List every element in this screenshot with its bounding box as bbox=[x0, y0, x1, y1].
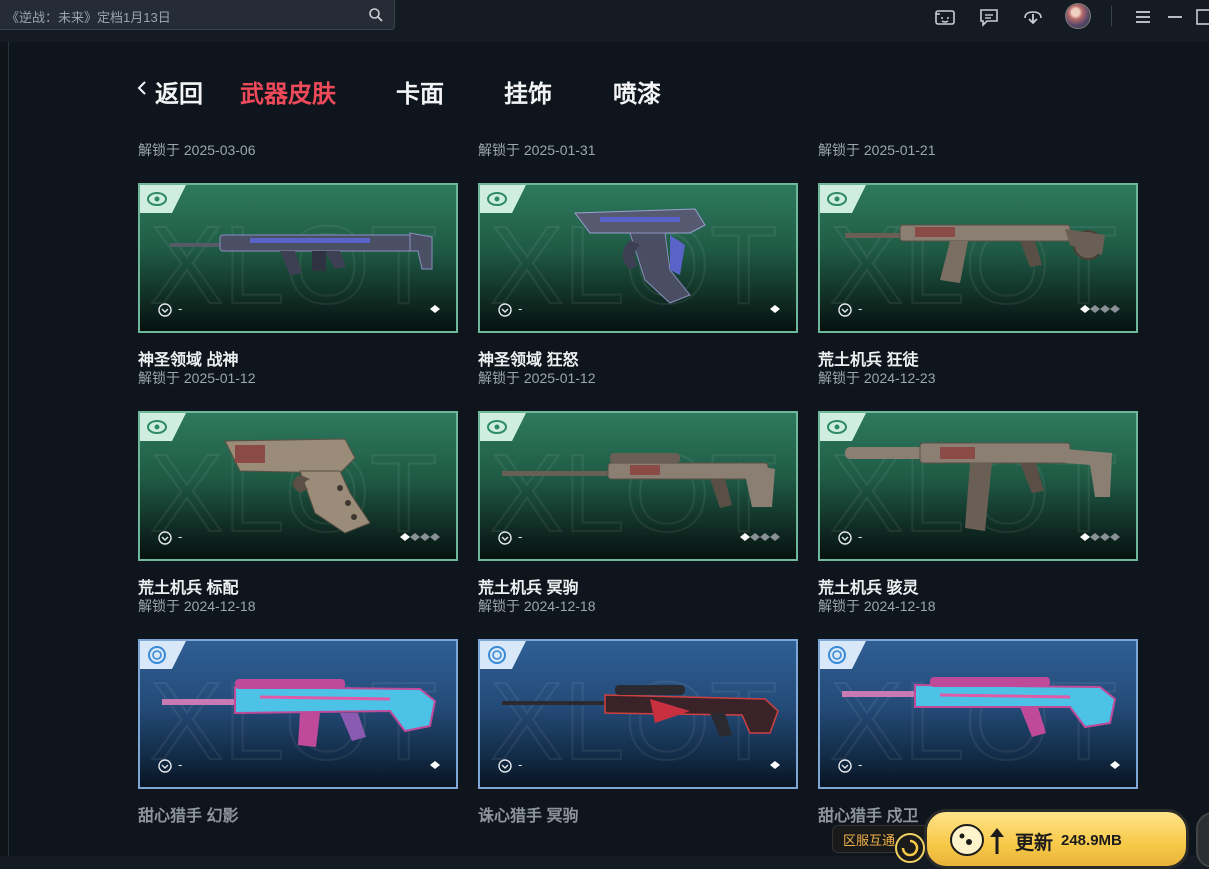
left-rail bbox=[0, 42, 9, 856]
skin-card[interactable]: XLOT - bbox=[478, 183, 798, 333]
skin-price: - bbox=[858, 529, 863, 544]
level-pips bbox=[770, 761, 780, 769]
search-input[interactable]: 《逆战：未来》定档1月13日 bbox=[6, 7, 171, 26]
skin-unlock-date: 解锁于 2025-01-12 bbox=[138, 370, 256, 386]
skin-price: - bbox=[178, 301, 183, 316]
tab-charms[interactable]: 挂饰 bbox=[504, 74, 552, 109]
skin-title: 甜心猎手 戍卫 bbox=[818, 808, 919, 825]
level-pips bbox=[1080, 305, 1120, 313]
side-panel-toggle[interactable] bbox=[1196, 812, 1209, 868]
coin-icon bbox=[158, 759, 172, 773]
level-pips bbox=[430, 305, 440, 313]
skin-title: 荒土机兵 狂徒 bbox=[818, 352, 919, 369]
rarity-badge bbox=[820, 185, 866, 213]
maximize-icon[interactable] bbox=[1194, 6, 1209, 28]
rarity-badge bbox=[140, 185, 186, 213]
download-icon[interactable] bbox=[1022, 6, 1044, 28]
prev-skin-date: 解锁于 2025-03-06 bbox=[138, 142, 256, 158]
prev-skin-date: 解锁于 2025-01-31 bbox=[478, 142, 596, 158]
skin-title: 神圣领域 狂怒 bbox=[478, 352, 579, 369]
weapon-image bbox=[162, 679, 437, 747]
content-area: 解锁于 2025-03-06 解锁于 2025-01-31 解锁于 2025-0… bbox=[9, 42, 1209, 856]
skin-unlock-date: 解锁于 2025-01-12 bbox=[478, 370, 596, 386]
rarity-badge bbox=[480, 413, 526, 441]
skin-unlock-date: 解锁于 2024-12-18 bbox=[478, 598, 596, 614]
skin-card[interactable]: XLOT - bbox=[478, 639, 798, 789]
level-pips bbox=[1080, 533, 1120, 541]
prev-skin-date: 解锁于 2025-01-21 bbox=[818, 142, 936, 158]
coin-icon bbox=[498, 759, 512, 773]
update-label: 更新 bbox=[1015, 833, 1054, 854]
skin-price: - bbox=[858, 301, 863, 316]
skin-unlock-date: 解锁于 2024-12-23 bbox=[818, 370, 936, 386]
weapon-image bbox=[170, 232, 433, 275]
skin-price: - bbox=[178, 757, 183, 772]
menu-icon[interactable] bbox=[1132, 6, 1154, 28]
region-tag-label: 区服互通 bbox=[843, 833, 896, 848]
tab-cards[interactable]: 卡面 bbox=[396, 74, 444, 109]
skin-card[interactable]: XLOT - bbox=[818, 183, 1138, 333]
skin-title: 荒土机兵 骇灵 bbox=[818, 580, 919, 597]
tab-sprays[interactable]: 喷漆 bbox=[613, 74, 661, 109]
refresh-badge-icon[interactable] bbox=[890, 828, 940, 864]
skin-card[interactable]: XLOT - bbox=[138, 411, 458, 561]
rarity-badge bbox=[480, 185, 526, 213]
coin-icon bbox=[838, 759, 852, 773]
mascot-icon bbox=[950, 824, 1004, 856]
coin-icon bbox=[498, 303, 512, 317]
skin-unlock-date: 解锁于 2024-12-18 bbox=[138, 598, 256, 614]
coin-icon bbox=[838, 303, 852, 317]
skin-card[interactable]: XLOT - bbox=[478, 411, 798, 561]
search-bar[interactable]: 《逆战：未来》定档1月13日 bbox=[0, 0, 395, 30]
level-pips bbox=[400, 533, 440, 541]
level-pips bbox=[1110, 761, 1120, 769]
rarity-badge bbox=[820, 641, 866, 669]
top-bar: 《逆战：未来》定档1月13日 bbox=[0, 0, 1209, 43]
skin-price: - bbox=[518, 529, 523, 544]
update-size: 248.9MB bbox=[1061, 832, 1122, 849]
level-pips bbox=[770, 305, 780, 313]
skin-title: 甜心猎手 幻影 bbox=[138, 808, 239, 825]
message-icon[interactable] bbox=[978, 6, 1000, 28]
category-nav: 返回 武器皮肤 卡面 挂饰 喷漆 bbox=[9, 42, 1209, 126]
rarity-badge bbox=[140, 641, 186, 669]
minimize-icon[interactable] bbox=[1164, 6, 1186, 28]
coin-icon bbox=[158, 531, 172, 545]
skin-card[interactable]: XLOT - bbox=[818, 639, 1138, 789]
weapon-image bbox=[842, 677, 1117, 737]
back-button[interactable]: 返回 bbox=[155, 74, 203, 109]
divider bbox=[1111, 6, 1112, 26]
weapon-image bbox=[574, 208, 706, 304]
skin-title: 诛心猎手 冥驹 bbox=[478, 808, 579, 825]
skin-card[interactable]: XLOT - bbox=[818, 411, 1138, 561]
coin-icon bbox=[498, 531, 512, 545]
skin-title: 荒土机兵 冥驹 bbox=[478, 580, 579, 597]
coin-icon bbox=[838, 531, 852, 545]
coin-icon bbox=[158, 303, 172, 317]
skin-price: - bbox=[178, 529, 183, 544]
skin-card[interactable]: XLOT - bbox=[138, 639, 458, 789]
tab-weapon-skins[interactable]: 武器皮肤 bbox=[240, 74, 336, 109]
controller-icon[interactable] bbox=[934, 6, 956, 28]
rarity-badge bbox=[480, 641, 526, 669]
rarity-badge bbox=[140, 413, 186, 441]
skin-price: - bbox=[518, 757, 523, 772]
skin-card[interactable]: XLOT - bbox=[138, 183, 458, 333]
skin-title: 神圣领域 战神 bbox=[138, 352, 239, 369]
weapon-image bbox=[502, 685, 779, 737]
update-button[interactable]: 更新 248.9MB bbox=[924, 809, 1189, 869]
search-icon[interactable] bbox=[368, 7, 384, 23]
level-pips bbox=[740, 533, 780, 541]
back-chevron-icon[interactable] bbox=[136, 80, 148, 96]
rarity-badge bbox=[820, 413, 866, 441]
skin-price: - bbox=[518, 301, 523, 316]
avatar[interactable] bbox=[1065, 3, 1091, 29]
skin-unlock-date: 解锁于 2024-12-18 bbox=[818, 598, 936, 614]
skin-title: 荒土机兵 标配 bbox=[138, 580, 239, 597]
level-pips bbox=[430, 761, 440, 769]
skin-price: - bbox=[858, 757, 863, 772]
